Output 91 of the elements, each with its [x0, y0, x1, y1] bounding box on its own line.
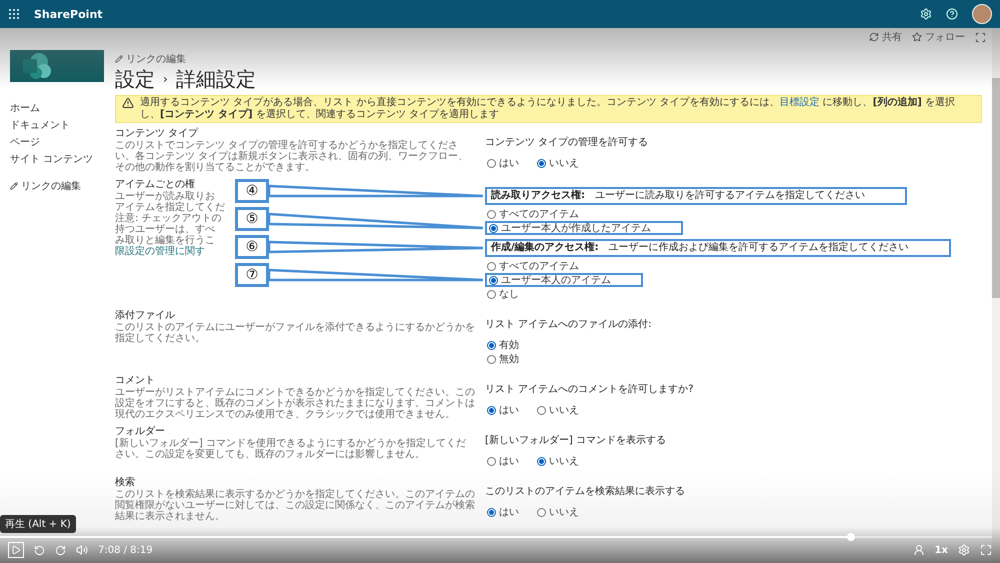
- warning-icon: [122, 97, 134, 109]
- section-description: [新しいフォルダー] コマンドを使用できるようにするかどうかを指定してください。この設定を変更しても、既存のフォルダーには影響しません。: [115, 438, 467, 460]
- tooltip: 再生 (Alt + K): [0, 515, 76, 533]
- app-launcher-icon[interactable]: [8, 8, 20, 20]
- section-description: このリストを検索結果に表示するかどうかを指定してください。このアイテムの閲覧権限がないユーザーに対しては、この設定に関係なく、このアイテムが検索結果に表示されません。: [115, 489, 475, 522]
- radio-button[interactable]: [487, 406, 496, 414]
- sharepoint-logo-icon: [22, 52, 52, 80]
- star-icon: [912, 32, 922, 42]
- section-description: このリストでコンテンツ タイプの管理を許可するかどうかを指定してください。各コンテンツ タイプは新規ボタンに表示され、固有の列、ワークフロー、その他の動作を割り当てることができます。: [115, 140, 470, 173]
- radio-button[interactable]: [487, 210, 496, 218]
- play-button[interactable]: [8, 542, 24, 558]
- radio-button[interactable]: [487, 290, 496, 298]
- section-description: み取りと編集を行うこ: [115, 235, 215, 246]
- section-title: 検索: [115, 477, 135, 489]
- radio-button[interactable]: [487, 262, 496, 270]
- page-subtitle: 詳細設定: [176, 67, 256, 91]
- option-group-label: このリストのアイテムを検索結果に表示する: [485, 485, 685, 499]
- edit-links-link[interactable]: リンクの編集: [115, 52, 186, 66]
- radio-button[interactable]: [489, 276, 498, 284]
- pencil-icon: [10, 182, 18, 190]
- nav-link[interactable]: ホーム: [10, 101, 105, 115]
- edit-links-link[interactable]: リンクの編集: [10, 179, 105, 193]
- settings-icon[interactable]: [920, 8, 932, 20]
- share-icon: [869, 32, 879, 42]
- section-title: コメント: [115, 375, 155, 387]
- callout-number: ⑤: [235, 207, 269, 231]
- radio-option[interactable]: すべてのアイテム: [485, 259, 581, 273]
- section-title: フォルダー: [115, 426, 165, 438]
- radio-button[interactable]: [487, 158, 496, 168]
- person-icon[interactable]: [912, 544, 925, 556]
- section-description: 注意: チェックアウトの: [115, 213, 222, 224]
- time-display: 7:08 / 8:19: [98, 544, 154, 556]
- radio-option[interactable]: はい: [485, 505, 521, 519]
- follow-button[interactable]: フォロー: [912, 30, 965, 44]
- rewind-icon[interactable]: [34, 544, 45, 556]
- radio-button[interactable]: [489, 224, 498, 232]
- radio-option[interactable]: はい: [485, 156, 521, 170]
- app-title[interactable]: SharePoint: [34, 8, 906, 20]
- radio-button[interactable]: [537, 456, 546, 466]
- radio-option[interactable]: いいえ: [535, 454, 581, 468]
- pencil-icon: [115, 55, 123, 63]
- play-icon: [11, 545, 21, 555]
- radio-option[interactable]: ユーザー本人のアイテム: [485, 273, 643, 287]
- callout-number: ④: [235, 179, 269, 203]
- radio-option[interactable]: ユーザー本人が作成したアイテム: [485, 221, 683, 235]
- radio-option[interactable]: すべてのアイテム: [485, 207, 581, 221]
- radio-button[interactable]: [487, 456, 496, 466]
- section-title: 添付ファイル: [115, 310, 175, 322]
- share-button[interactable]: 共有: [869, 30, 902, 44]
- radio-button[interactable]: [537, 406, 546, 414]
- radio-button[interactable]: [487, 508, 496, 516]
- focus-icon[interactable]: [975, 32, 986, 42]
- section-title: アイテムごとの権: [115, 179, 195, 190]
- section-title: コンテンツ タイプ: [115, 128, 198, 140]
- section-description: このリストのアイテムにユーザーがファイルを添付できるようにするかどうかを指定してください。: [115, 322, 475, 344]
- radio-option[interactable]: 無効: [485, 352, 521, 366]
- radio-option[interactable]: なし: [485, 287, 521, 301]
- radio-option[interactable]: いいえ: [535, 505, 581, 519]
- radio-option[interactable]: はい: [485, 454, 521, 468]
- radio-button[interactable]: [487, 340, 496, 350]
- callout-number: ⑥: [235, 235, 269, 259]
- nav-link[interactable]: ページ: [10, 135, 105, 149]
- option-group-label: コンテンツ タイプの管理を許可する: [485, 136, 648, 150]
- radio-button[interactable]: [537, 508, 546, 516]
- radio-button[interactable]: [487, 354, 496, 364]
- forward-icon[interactable]: [55, 544, 66, 556]
- radio-option[interactable]: いいえ: [535, 403, 581, 417]
- section-description: ユーザーが読み取りお: [115, 191, 215, 202]
- radio-button[interactable]: [537, 158, 546, 168]
- radio-option[interactable]: いいえ: [535, 156, 581, 170]
- volume-icon[interactable]: [76, 544, 88, 556]
- section-description: ユーザーがリストアイテムにコメントできるかどうかを指定してください。この設定をオフにすると、既存のコメントが表示されたままになります。コメントは現代のエクスペリエンスでのみ使用でき、クラシックでは使用できません。: [115, 387, 475, 420]
- settings-link[interactable]: 限設定の管理に関す: [115, 246, 205, 257]
- progress-thumb[interactable]: [847, 533, 856, 541]
- radio-option[interactable]: はい: [485, 403, 521, 417]
- option-group-label: リスト アイテムへのコメントを許可しますか?: [485, 383, 694, 397]
- banner-link[interactable]: 目標設定: [780, 97, 820, 108]
- breadcrumb-separator: ›: [163, 71, 168, 88]
- callout-number: ⑦: [235, 263, 269, 287]
- page-title: 設定: [115, 67, 155, 91]
- banner-text: 適用するコンテンツ タイプがある場合、リスト から直接コンテンツを有効にできるようになりました。コンテンツ タイプを有効にするには、目標設定 に移動し、[列の追加] を選択し、[コンテンツ タイプ] を選択して、関連するコンテンツ タイプを適用します: [140, 97, 956, 121]
- help-icon[interactable]: [946, 8, 958, 20]
- radio-option[interactable]: 有効: [485, 338, 521, 352]
- section-description: 持つユーザーは、すべ: [115, 224, 215, 235]
- section-description: アイテムを指定してくだ: [115, 202, 225, 213]
- option-group-label: [新しいフォルダー] コマンドを表示する: [485, 434, 666, 448]
- nav-link[interactable]: ドキュメント: [10, 118, 105, 132]
- option-group-label: リスト アイテムへのファイルの添付:: [485, 318, 652, 332]
- nav-link[interactable]: サイト コンテンツ: [10, 152, 105, 166]
- avatar[interactable]: [972, 4, 992, 24]
- fullscreen-icon[interactable]: [980, 544, 992, 556]
